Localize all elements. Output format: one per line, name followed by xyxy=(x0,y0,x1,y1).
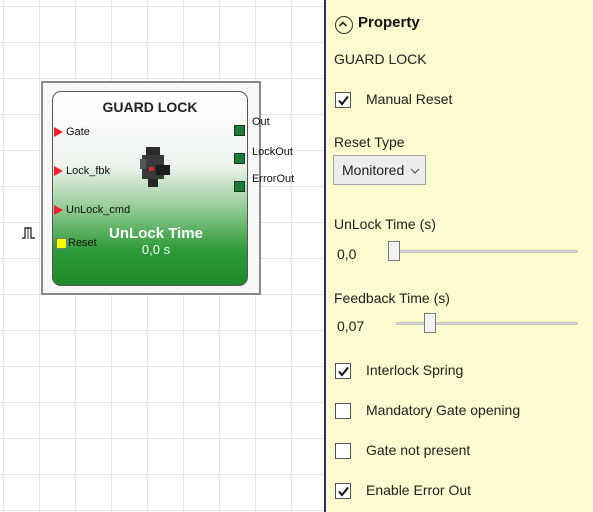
checkmark-icon xyxy=(338,486,349,497)
output-label-out: Out xyxy=(252,116,270,128)
reset-pulse-icon xyxy=(22,227,35,239)
feedback-time-label: Feedback Time (s) xyxy=(334,290,450,306)
feedback-time-field-value: 0,07 xyxy=(337,318,365,334)
interlock-spring-label[interactable]: Interlock Spring xyxy=(366,362,463,378)
input-label-gate: Gate xyxy=(66,126,90,138)
guard-lock-device-icon xyxy=(140,147,170,187)
input-pin-unlock-cmd[interactable] xyxy=(54,205,63,215)
checkmark-icon xyxy=(338,95,349,106)
input-pin-lock-fbk[interactable] xyxy=(54,166,63,176)
unlock-time-slider-thumb[interactable] xyxy=(388,241,400,261)
unlock-time-value: 0,0 s xyxy=(141,242,171,257)
reset-type-label: Reset Type xyxy=(334,134,405,150)
input-label-lock-fbk: Lock_fbk xyxy=(66,165,111,177)
output-pin-errorout[interactable] xyxy=(234,181,245,192)
unlock-time-slider-track[interactable] xyxy=(390,250,578,253)
gate-not-present-label[interactable]: Gate not present xyxy=(366,442,470,458)
feedback-time-slider-thumb[interactable] xyxy=(424,313,436,333)
unlock-time-field-value: 0,0 xyxy=(337,246,357,262)
unlock-time-label: UnLock Time (s) xyxy=(334,216,436,232)
mandatory-gate-label[interactable]: Mandatory Gate opening xyxy=(366,402,520,418)
output-label-lockout: LockOut xyxy=(252,146,293,158)
panel-subtitle: GUARD LOCK xyxy=(334,51,427,67)
output-pin-out[interactable] xyxy=(234,125,245,136)
chevron-up-icon xyxy=(338,20,347,27)
enable-error-out-label[interactable]: Enable Error Out xyxy=(366,482,471,498)
gate-not-present-checkbox[interactable] xyxy=(335,443,351,459)
unlock-time-caption: UnLock Time xyxy=(109,225,203,242)
panel-header-title: Property xyxy=(358,14,420,31)
output-label-errorout: ErrorOut xyxy=(252,173,295,185)
mandatory-gate-checkbox[interactable] xyxy=(335,403,351,419)
enable-error-out-checkbox[interactable] xyxy=(335,483,351,499)
interlock-spring-checkbox[interactable] xyxy=(335,363,351,379)
chevron-down-icon xyxy=(410,168,420,174)
block-title: GUARD LOCK xyxy=(102,99,198,115)
reset-type-value: Monitored xyxy=(342,162,405,178)
output-pin-lockout[interactable] xyxy=(234,153,245,164)
reset-type-select[interactable]: Monitored xyxy=(333,155,426,185)
checkmark-icon xyxy=(338,366,349,377)
manual-reset-checkbox[interactable] xyxy=(335,92,351,108)
input-label-unlock-cmd: UnLock_cmd xyxy=(66,204,131,216)
manual-reset-label[interactable]: Manual Reset xyxy=(366,91,452,107)
property-panel xyxy=(326,0,593,512)
collapse-button[interactable] xyxy=(335,16,353,34)
input-pin-gate[interactable] xyxy=(54,127,63,137)
